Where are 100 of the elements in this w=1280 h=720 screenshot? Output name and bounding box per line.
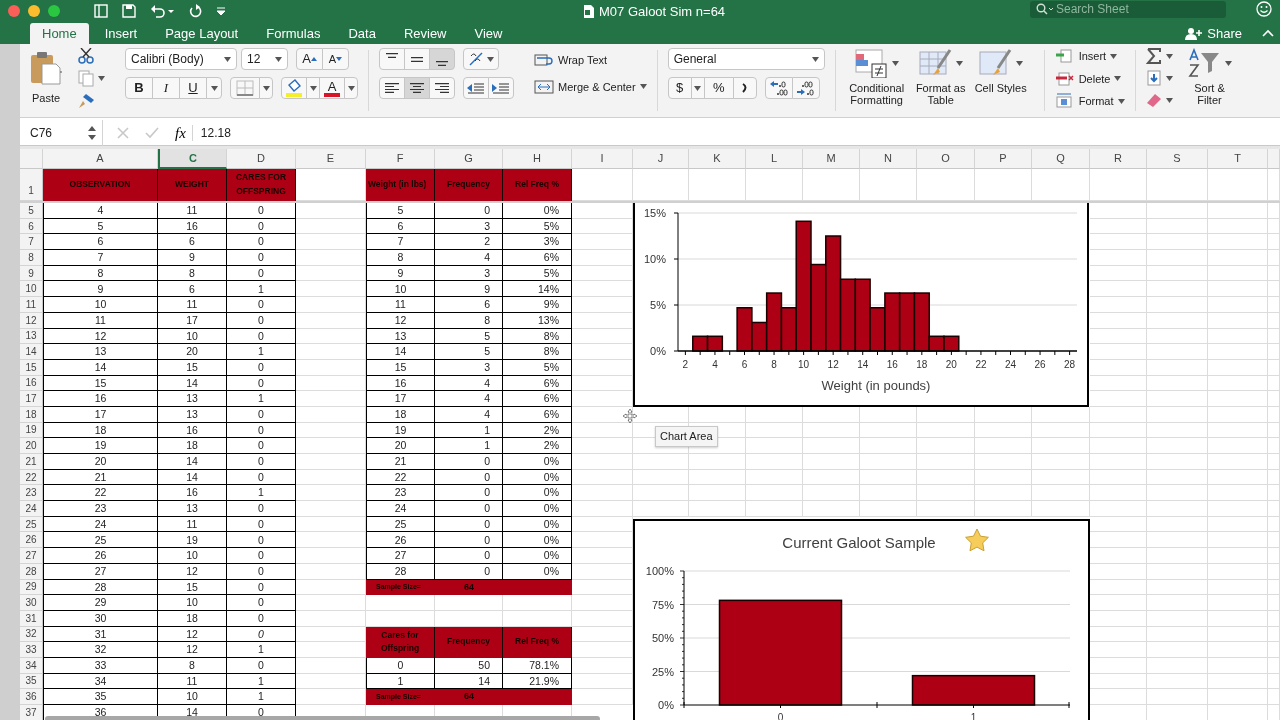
column-header[interactable]: A <box>43 149 158 169</box>
column-title: Rel Freq % <box>503 626 572 658</box>
table-cell: 10 <box>43 297 158 313</box>
table-cell: 17 <box>366 391 435 407</box>
column-header[interactable]: Q <box>1032 149 1090 169</box>
column-header[interactable]: F <box>366 149 435 169</box>
x-axis-label: 24 <box>1004 359 1017 370</box>
column-header[interactable]: T <box>1208 149 1268 169</box>
font-name-dropdown[interactable]: Calibri (Body) <box>125 48 237 70</box>
italic-button[interactable]: I <box>152 77 180 99</box>
shrink-font-button[interactable]: A <box>322 48 349 70</box>
column-header[interactable]: J <box>633 149 689 169</box>
column-title: Frequency <box>435 169 503 201</box>
ribbon-tab[interactable]: Formulas <box>254 23 333 44</box>
row-header[interactable]: 36 <box>20 689 43 705</box>
column-header[interactable]: E <box>296 149 366 169</box>
table-cell: 23 <box>366 485 435 502</box>
table-cell: 14 <box>158 454 227 470</box>
row-header[interactable]: 5 <box>20 203 43 219</box>
row-header[interactable]: 14 <box>20 344 43 360</box>
font-color-button[interactable]: A <box>319 77 345 99</box>
table-cell: 10 <box>158 689 227 705</box>
row-header[interactable]: 27 <box>20 548 43 564</box>
column-header[interactable]: R <box>1090 149 1147 169</box>
row-header[interactable]: 33 <box>20 642 43 658</box>
formula-value[interactable]: 12.18 <box>200 123 231 142</box>
row-header[interactable]: 24 <box>20 501 43 517</box>
bold-button[interactable]: B <box>125 77 153 99</box>
column-header[interactable]: O <box>917 149 975 169</box>
ribbon-tab[interactable]: Insert <box>92 23 150 44</box>
table-cell: 5 <box>435 344 503 360</box>
number-format-dropdown[interactable]: General <box>667 48 825 70</box>
sort-filter-button[interactable]: Sort & Filter <box>1184 48 1235 117</box>
style-button[interactable]: Cell Styles <box>973 48 1028 117</box>
row-header[interactable]: 8 <box>20 250 43 266</box>
cells-menu-button[interactable]: Delete <box>1054 70 1125 87</box>
x-axis-label: 6 <box>741 359 748 370</box>
column-header[interactable]: P <box>975 149 1032 169</box>
row-header[interactable]: 1 <box>20 169 43 201</box>
row-header[interactable]: 11 <box>20 297 43 313</box>
column-header[interactable]: M <box>803 149 860 169</box>
table-cell: 0 <box>435 203 503 219</box>
table-cell: 11 <box>158 297 227 313</box>
row-header[interactable]: 26 <box>20 532 43 549</box>
chart-title: Current Galoot Sample <box>782 534 936 551</box>
x-axis-label: 20 <box>945 359 957 370</box>
x-axis-label: 28 <box>1064 359 1076 370</box>
column-header[interactable]: G <box>435 149 503 169</box>
row-header[interactable]: 30 <box>20 595 43 611</box>
paste-button[interactable]: Paste <box>28 50 64 117</box>
table-cell: 0 <box>435 501 503 517</box>
ribbon-tab[interactable]: Home <box>30 23 89 44</box>
row-header[interactable]: 23 <box>20 485 43 502</box>
table-cell: 8 <box>366 250 435 266</box>
column-header[interactable]: K <box>689 149 746 169</box>
table-cell: 35 <box>43 689 158 705</box>
y-axis-label: 10% <box>643 253 666 265</box>
insert-function-button[interactable]: fx <box>175 124 193 141</box>
table-cell: 26 <box>43 548 158 564</box>
column-header[interactable]: D <box>227 149 296 169</box>
column-header[interactable]: I <box>572 149 633 169</box>
column-header[interactable]: S <box>1147 149 1208 169</box>
ribbon-tab[interactable]: Data <box>336 23 388 44</box>
table-cell: 26 <box>366 532 435 549</box>
row-header[interactable]: 10 <box>20 281 43 298</box>
ribbon-tab[interactable]: View <box>462 23 515 44</box>
column-header[interactable]: N <box>860 149 917 169</box>
currency-button[interactable]: $ <box>667 77 692 99</box>
cells-menu-button[interactable]: Insert <box>1054 48 1125 65</box>
name-box[interactable]: C76 <box>20 119 103 146</box>
column-header[interactable]: C <box>158 149 227 169</box>
cells-menu-button[interactable]: Format <box>1054 93 1125 110</box>
table-cell: 29 <box>43 595 158 611</box>
style-button[interactable]: Conditional Formatting <box>845 48 908 117</box>
row-header[interactable]: 17 <box>20 391 43 407</box>
column-title: WEIGHT <box>158 169 227 201</box>
column-header[interactable]: L <box>746 149 803 169</box>
share-button[interactable]: Share <box>1179 23 1248 44</box>
table-cell: 6 <box>43 234 158 251</box>
table-cell: 0 <box>227 501 296 517</box>
table-cell: 0 <box>227 250 296 266</box>
style-button[interactable]: Format as Table <box>913 48 968 117</box>
percent-button[interactable]: % <box>703 77 734 99</box>
merge-center-button[interactable]: Merge & Center <box>534 78 647 95</box>
row-header[interactable]: 37 <box>20 705 43 720</box>
underline-button[interactable]: U <box>179 77 207 99</box>
row-header[interactable]: 7 <box>20 234 43 251</box>
font-size-dropdown[interactable]: 12 <box>241 48 288 70</box>
row-header[interactable]: 20 <box>20 438 43 454</box>
table-cell: 0% <box>503 532 572 549</box>
ribbon-tab[interactable]: Page Layout <box>153 23 251 44</box>
table-cell: 9 <box>43 281 158 298</box>
table-cell: 0 <box>227 438 296 454</box>
search-field[interactable]: Search Sheet <box>1030 0 1226 18</box>
grow-font-button[interactable]: A <box>296 48 323 70</box>
x-axis-label: 22 <box>975 359 987 370</box>
ribbon-tab[interactable]: Review <box>391 23 459 44</box>
row-header[interactable]: 21 <box>20 454 43 470</box>
column-header[interactable]: H <box>503 149 572 169</box>
wrap-text-button[interactable]: Wrap Text <box>534 52 647 69</box>
